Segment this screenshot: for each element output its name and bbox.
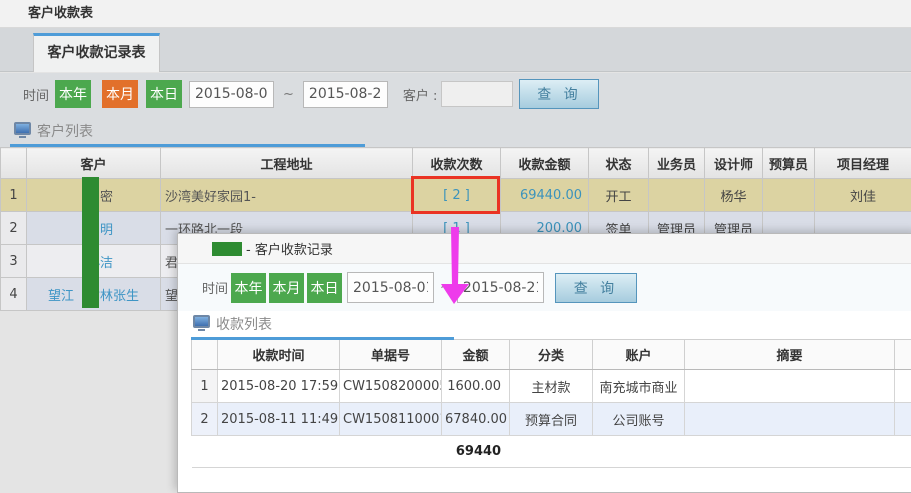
payment-row[interactable]: 2 2015-08-11 11:49 CW1508110001 67840.00…: [192, 403, 911, 436]
col-summary[interactable]: 摘要: [685, 340, 895, 370]
account-cell: 公司账号: [593, 403, 685, 436]
date-separator: ~: [283, 87, 294, 102]
monitor-icon: [193, 315, 210, 328]
redaction-block: [212, 242, 242, 256]
designer-cell: 杨华: [705, 179, 763, 212]
col-account[interactable]: 账户: [593, 340, 685, 370]
extra-cell: [895, 403, 911, 436]
redaction-bar: [82, 177, 99, 308]
customer-table-header: 客户 工程地址 收款次数 收款金额 状态 业务员 设计师 预算员 项目经理: [1, 148, 911, 179]
pay-time-cell: 2015-08-11 11:49: [218, 403, 340, 436]
payment-list-section: 收款列表: [178, 311, 911, 339]
dialog-titlebar: - 客户收款记录: [178, 234, 911, 264]
col-customer[interactable]: 客户: [27, 148, 161, 179]
this-day-button[interactable]: 本日: [307, 273, 342, 303]
tab-strip: 客户收款记录表: [0, 28, 911, 72]
row-num: 1: [1, 179, 27, 212]
col-amount[interactable]: 金额: [442, 340, 510, 370]
manager-cell: 刘佳: [815, 179, 911, 212]
this-year-button[interactable]: 本年: [55, 80, 91, 108]
time-label: 时间: [202, 278, 228, 297]
date-to-input[interactable]: [303, 81, 388, 108]
category-cell: 主材款: [510, 370, 593, 403]
payment-list-title: 收款列表: [216, 314, 272, 334]
highlight-rectangle: [411, 176, 500, 214]
col-salesman[interactable]: 业务员: [649, 148, 705, 179]
col-pay-time[interactable]: 收款时间: [218, 340, 340, 370]
dialog-filter-bar: 时间 本年 本月 本日 ~ 查 询: [178, 264, 911, 311]
payment-table: 收款时间 单据号 金额 分类 账户 摘要 1 2015-08-20 17:59 …: [191, 339, 911, 468]
annotation-arrow-icon: [437, 226, 471, 306]
monitor-icon: [14, 122, 31, 135]
pay-amount-cell: 69440.00: [501, 179, 589, 212]
payment-row[interactable]: 1 2015-08-20 17:59 CW1508200005 1600.00 …: [192, 370, 911, 403]
date-from-input[interactable]: [189, 81, 274, 108]
payment-records-dialog: - 客户收款记录 时间 本年 本月 本日 ~ 查 询 收款列表 收款时间 单据号…: [177, 233, 911, 493]
budgeter-cell: [763, 179, 815, 212]
row-num: 2: [192, 403, 218, 436]
payment-table-header: 收款时间 单据号 金额 分类 账户 摘要: [192, 340, 911, 370]
status-cell: 开工: [589, 179, 649, 212]
query-button[interactable]: 查 询: [555, 273, 637, 303]
col-status[interactable]: 状态: [589, 148, 649, 179]
col-pay-count[interactable]: 收款次数: [413, 148, 501, 179]
category-cell: 预算合同: [510, 403, 593, 436]
doc-no-cell: CW1508200005: [340, 370, 442, 403]
col-rownum: [1, 148, 27, 179]
account-cell: 南充城市商业: [593, 370, 685, 403]
col-doc-no[interactable]: 单据号: [340, 340, 442, 370]
this-month-button[interactable]: 本月: [269, 273, 304, 303]
window-title: 客户收款表: [0, 0, 911, 28]
col-budgeter[interactable]: 预算员: [763, 148, 815, 179]
total-amount: 69440: [445, 444, 513, 459]
col-extra: [895, 340, 911, 370]
this-day-button[interactable]: 本日: [146, 80, 182, 108]
address-cell: 沙湾美好家园1-: [161, 179, 413, 212]
customer-input[interactable]: [441, 81, 513, 107]
summary-cell: [685, 370, 895, 403]
query-button[interactable]: 查 询: [519, 79, 599, 109]
doc-no-cell: CW1508110001: [340, 403, 442, 436]
section-underline: [191, 337, 454, 340]
row-num: 2: [1, 212, 27, 245]
extra-cell: [895, 370, 911, 403]
col-category[interactable]: 分类: [510, 340, 593, 370]
col-pay-amount[interactable]: 收款金额: [501, 148, 589, 179]
customer-list-section: 客户列表: [0, 115, 911, 148]
time-label: 时间: [23, 85, 49, 104]
salesman-cell: [649, 179, 705, 212]
col-rownum: [192, 340, 218, 370]
col-designer[interactable]: 设计师: [705, 148, 763, 179]
row-num: 3: [1, 245, 27, 278]
row-num: 4: [1, 278, 27, 311]
amount-cell: 67840.00: [442, 403, 510, 436]
col-manager[interactable]: 项目经理: [815, 148, 911, 179]
dialog-title: - 客户收款记录: [246, 239, 333, 258]
tab-customer-payment-record[interactable]: 客户收款记录表: [33, 33, 160, 72]
this-month-button[interactable]: 本月: [102, 80, 138, 108]
row-num: 1: [192, 370, 218, 403]
col-address[interactable]: 工程地址: [161, 148, 413, 179]
date-from-input[interactable]: [347, 272, 434, 303]
summary-cell: [685, 403, 895, 436]
main-filter-bar: 时间 本年 本月 本日 ~ 客户 : 查 询: [0, 73, 911, 115]
this-year-button[interactable]: 本年: [231, 273, 266, 303]
pay-time-cell: 2015-08-20 17:59: [218, 370, 340, 403]
payment-total-row: 69440: [192, 436, 911, 468]
customer-label: 客户 :: [403, 85, 438, 104]
amount-cell: 1600.00: [442, 370, 510, 403]
customer-list-title: 客户列表: [37, 121, 93, 141]
